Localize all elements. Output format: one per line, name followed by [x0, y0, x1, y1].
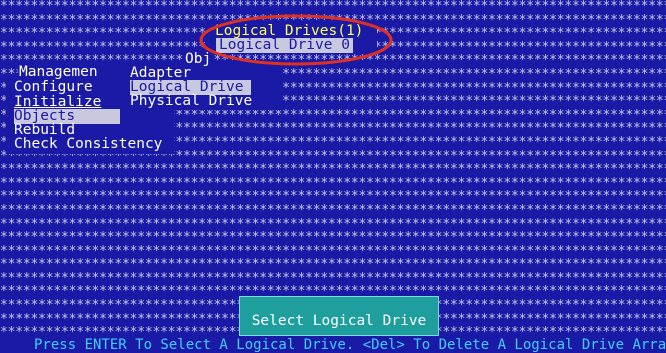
menu-item-configure[interactable]: Configure — [14, 80, 93, 95]
logical-drive-0-item[interactable]: Logical Drive 0 — [216, 38, 353, 53]
select-logical-drive-dialog: Select Logical Drive — [239, 296, 439, 336]
bios-raid-screen: ****************************************… — [0, 0, 666, 353]
status-bar: Press ENTER To Select A Logical Drive. <… — [0, 336, 666, 353]
logical-drives-popup: Logical Drives(1) Logical Drive 0 — [205, 24, 377, 53]
management-menu-title: Managemen — [19, 64, 98, 80]
objects-item-physical-drive[interactable]: Physical Drive — [130, 94, 252, 109]
objects-submenu-panel: Adapter Logical Drive Physical Drive — [130, 66, 282, 110]
dialog-message: Select Logical Drive — [251, 313, 427, 329]
menu-item-check-consistency[interactable]: Check Consistency — [14, 137, 162, 152]
